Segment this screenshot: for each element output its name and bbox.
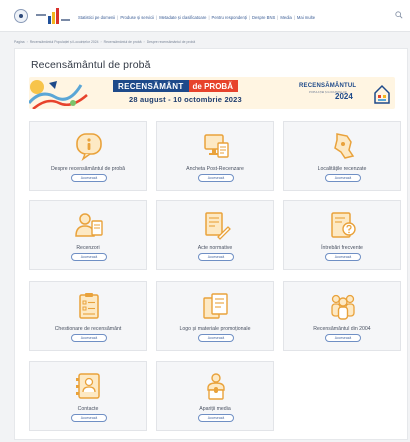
- page-title: Recensământul de probă: [31, 59, 151, 71]
- media-speaker-icon: [200, 370, 232, 402]
- card-media-appearances[interactable]: Apariții media Accesează: [156, 361, 274, 431]
- survey-monitor-icon: [200, 130, 232, 162]
- card-census-localities[interactable]: Localitățile recenzate Accesează: [283, 121, 401, 191]
- nav-item-media[interactable]: Media: [280, 15, 291, 20]
- search-icon[interactable]: [395, 11, 403, 19]
- content-panel: Recensământul de probă RECENSĂMÂNT de PR…: [14, 48, 408, 440]
- nav-item-metadata[interactable]: Metadate și clasificatoare: [159, 15, 206, 20]
- nav-separator: |: [117, 14, 119, 20]
- card-contacts[interactable]: Contacte Accesează: [29, 361, 147, 431]
- card-label: Localitățile recenzate: [317, 166, 367, 172]
- access-button[interactable]: Accesează: [71, 253, 107, 261]
- house-logo-icon: [374, 84, 390, 104]
- brand-name: RECENSĂMÂNTUL: [299, 83, 357, 89]
- nav-separator: |: [277, 14, 279, 20]
- map-region-icon: [327, 130, 359, 162]
- brand-year: 2024: [335, 92, 353, 101]
- faq-icon: [327, 209, 359, 241]
- card-label: Logo și materiale promoționale: [179, 326, 251, 332]
- people-group-icon: [327, 290, 359, 322]
- card-label: Recensământul din 2004: [313, 326, 371, 332]
- card-about-pilot[interactable]: Despre recensământul de probă Accesează: [29, 121, 147, 191]
- card-label: Ancheta Post-Recenzare: [186, 166, 244, 172]
- card-label: Despre recensământul de probă: [50, 166, 126, 172]
- card-enumerators[interactable]: Recenzori Accesează: [29, 200, 147, 270]
- nav-item-products[interactable]: Produse și servicii: [120, 15, 154, 20]
- access-button[interactable]: Accesează: [198, 414, 234, 422]
- nav-item-respondents[interactable]: Pentru respondenți: [212, 15, 247, 20]
- nav-item-about[interactable]: Despre BNS: [252, 15, 275, 20]
- breadcrumb-census-2024[interactable]: Recensământul Populației și Locuințelor …: [30, 40, 99, 44]
- nav-separator: |: [156, 14, 158, 20]
- card-label: Chestionare de recensământ: [54, 326, 122, 332]
- banner-chip: RECENSĂMÂNT de PROBĂ: [113, 80, 238, 92]
- nav-separator: |: [293, 14, 295, 20]
- breadcrumb-current: Despre recensământul de probă: [146, 40, 196, 44]
- card-logo-promo[interactable]: Logo și materiale promoționale Accesează: [156, 281, 274, 351]
- card-legal-acts[interactable]: Acte normative Accesează: [156, 200, 274, 270]
- access-button[interactable]: Accesează: [198, 174, 234, 182]
- top-header: Statistici pe domenii | Produse și servi…: [0, 0, 410, 32]
- breadcrumb-separator: ›: [100, 40, 102, 44]
- contacts-icon: [73, 370, 105, 402]
- access-button[interactable]: Accesează: [325, 334, 361, 342]
- promo-materials-icon: [200, 290, 232, 322]
- census-2024-logo: RECENSĂMÂNTUL POPULAȚIEI ȘI LOCUINȚELOR …: [299, 81, 393, 107]
- decorative-waves-icon: [29, 80, 88, 109]
- card-post-census-survey[interactable]: Ancheta Post-Recenzare Accesează: [156, 121, 274, 191]
- document-pen-icon: [200, 209, 232, 241]
- enumerator-badge-icon: [73, 209, 105, 241]
- access-button[interactable]: Accesează: [71, 414, 107, 422]
- card-label: Întrebări frecvente: [321, 245, 363, 251]
- access-button[interactable]: Accesează: [71, 174, 107, 182]
- breadcrumb-separator: ›: [143, 40, 145, 44]
- nav-item-statistics[interactable]: Statistici pe domenii: [78, 15, 115, 20]
- access-button[interactable]: Accesează: [325, 174, 361, 182]
- breadcrumb: Pagina › Recensământul Populației și Loc…: [14, 38, 195, 46]
- card-label: Acte normative: [197, 245, 233, 251]
- banner-chip-census: RECENSĂMÂNT: [113, 80, 189, 92]
- access-button[interactable]: Accesează: [71, 334, 107, 342]
- census-banner[interactable]: RECENSĂMÂNT de PROBĂ 28 august - 10 octo…: [29, 77, 395, 109]
- institute-logo-icon[interactable]: [36, 8, 70, 24]
- coat-of-arms-icon[interactable]: [14, 9, 28, 23]
- breadcrumb-separator: ›: [26, 40, 28, 44]
- questionnaire-icon: [73, 290, 105, 322]
- access-button[interactable]: Accesează: [325, 253, 361, 261]
- main-nav: Statistici pe domenii | Produse și servi…: [78, 12, 315, 22]
- nav-separator: |: [208, 14, 210, 20]
- card-questionnaires[interactable]: Chestionare de recensământ Accesează: [29, 281, 147, 351]
- card-label: Contacte: [77, 406, 99, 412]
- card-census-2004[interactable]: Recensământul din 2004 Accesează: [283, 281, 401, 351]
- breadcrumb-home[interactable]: Pagina: [14, 40, 25, 44]
- card-label: Apariții media: [199, 406, 231, 412]
- banner-dates: 28 august - 10 octombrie 2023: [129, 95, 242, 104]
- access-button[interactable]: Accesează: [198, 334, 234, 342]
- card-label: Recenzori: [76, 245, 100, 251]
- info-bubble-icon: [73, 130, 105, 162]
- nav-separator: |: [248, 14, 251, 20]
- banner-chip-pilot: de PROBĂ: [188, 80, 238, 92]
- nav-item-more[interactable]: Mai multe: [297, 15, 315, 20]
- card-faq[interactable]: Întrebări frecvente Accesează: [283, 200, 401, 270]
- access-button[interactable]: Accesează: [198, 253, 234, 261]
- breadcrumb-pilot-census[interactable]: Recensământul de probă: [104, 40, 142, 44]
